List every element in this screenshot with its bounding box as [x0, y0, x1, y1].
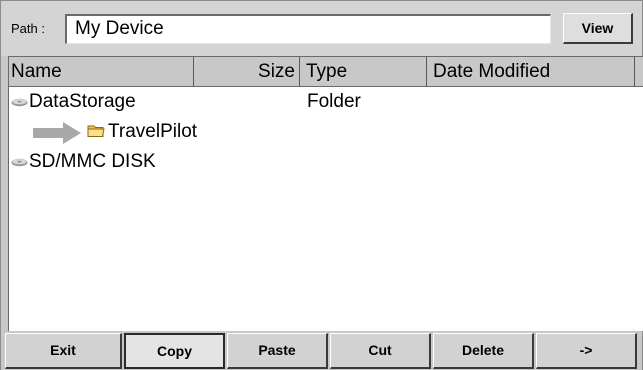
arrow-right-icon — [33, 122, 81, 144]
column-header-row: Name Size Type Date Modified — [9, 57, 643, 87]
path-label: Path : — [11, 21, 45, 36]
cut-button[interactable]: Cut — [330, 333, 431, 369]
column-header-name[interactable]: Name — [9, 57, 194, 87]
file-manager-window: Path : My Device View Name Size Type Dat… — [0, 0, 643, 370]
list-item-sd-mmc-disk[interactable]: SD/MMC DISK — [9, 150, 609, 174]
disk-icon — [11, 98, 28, 107]
next-button[interactable]: -> — [536, 333, 637, 369]
column-header-size[interactable]: Size — [194, 57, 300, 87]
copy-button[interactable]: Copy — [124, 333, 225, 369]
path-input[interactable]: My Device — [65, 14, 551, 44]
list-item-datastorage[interactable]: DataStorage Folder — [9, 90, 609, 114]
folder-icon — [87, 125, 105, 137]
delete-button[interactable]: Delete — [433, 333, 534, 369]
list-item-name: TravelPilot — [108, 121, 198, 142]
exit-button[interactable]: Exit — [5, 333, 122, 369]
column-header-date-modified[interactable]: Date Modified — [427, 57, 635, 87]
list-item-name: DataStorage — [29, 91, 136, 112]
disk-icon — [11, 158, 28, 167]
file-list[interactable]: Name Size Type Date Modified DataStorage… — [8, 56, 643, 331]
list-item-travelpilot[interactable]: TravelPilot — [9, 120, 609, 144]
list-item-type: Folder — [307, 91, 361, 112]
column-header-type[interactable]: Type — [300, 57, 427, 87]
list-item-name: SD/MMC DISK — [29, 151, 156, 172]
paste-button[interactable]: Paste — [227, 333, 328, 369]
bottom-toolbar: Exit Copy Paste Cut Delete -> — [1, 332, 642, 370]
view-button[interactable]: View — [563, 13, 633, 44]
path-bar: Path : My Device View — [1, 1, 642, 56]
